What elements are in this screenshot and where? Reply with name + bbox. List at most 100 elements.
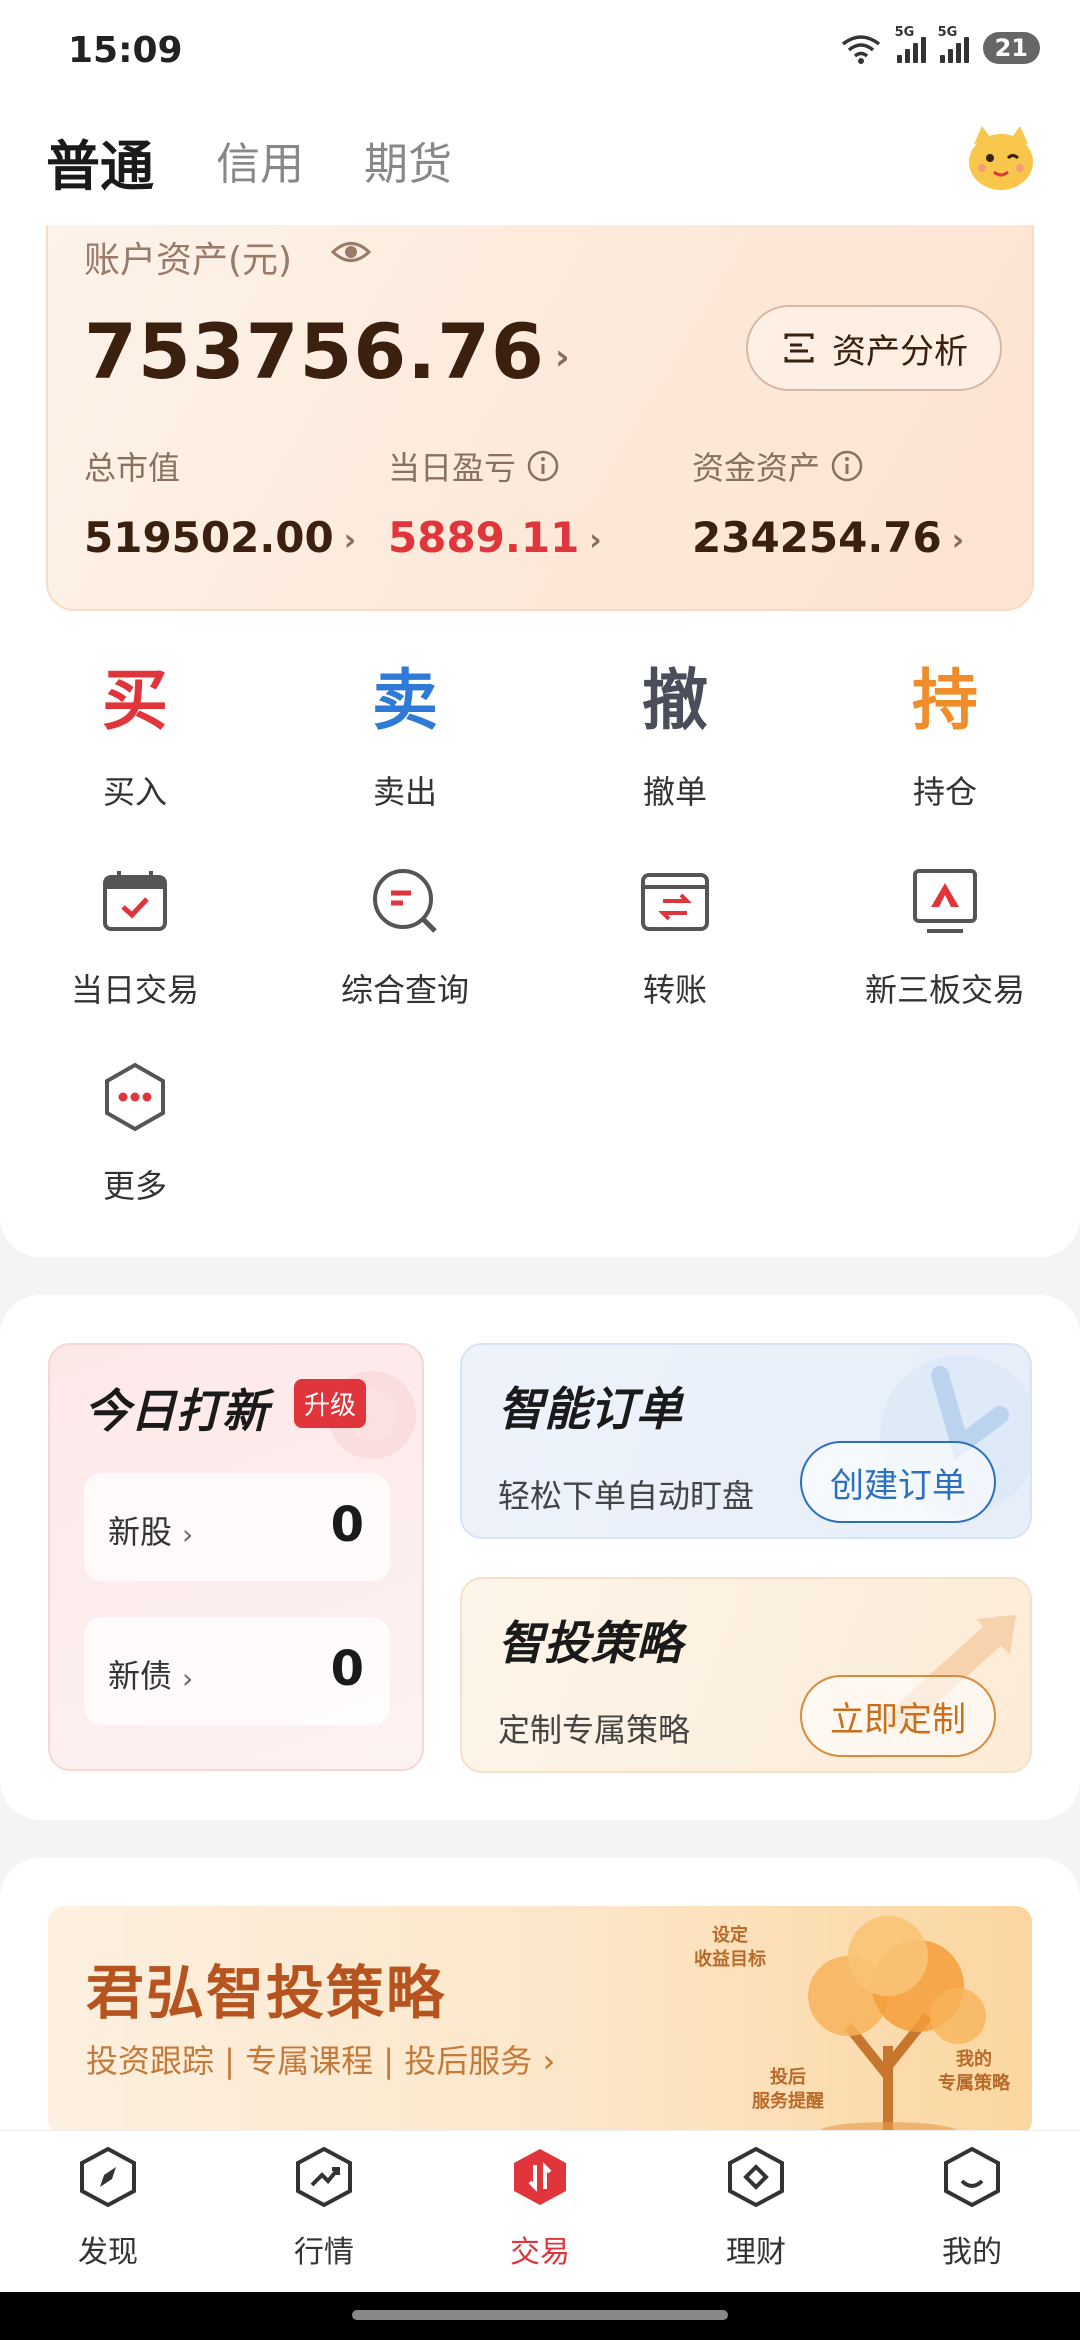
chevron-right-icon: › [182,1517,194,1551]
cancel-order-button[interactable]: 撤 撤单 [575,661,775,813]
profile-icon [944,2146,1000,2208]
tab-credit[interactable]: 信用 [216,128,304,192]
status-time: 15:09 [68,30,183,71]
tab-futures[interactable]: 期货 [364,128,452,192]
tab-normal[interactable]: 普通 [46,122,154,201]
mascot-avatar-icon[interactable] [964,120,1038,194]
analysis-icon [784,333,814,363]
banner-tag-strategy: 我的 专属策略 [938,2049,1010,2094]
wifi-icon [841,35,880,64]
status-icons: 5G 5G 21 [839,25,1040,64]
more-button[interactable]: 更多 [35,1061,235,1207]
sell-glyph: 卖 [372,662,438,739]
nav-profile[interactable]: 我的 [892,2145,1052,2271]
asset-total[interactable]: 753756.76 › [84,307,571,396]
more-hexagon-icon [105,1062,165,1132]
search-query-icon [373,869,437,933]
transfer-label: 转账 [642,971,707,1009]
sell-label: 卖出 [372,773,437,811]
transfer-icon [641,873,709,931]
create-order-button[interactable]: 创建订单 [800,1441,996,1523]
smart-order-card[interactable]: 智能订单 轻松下单自动盯盘 创建订单 [460,1343,1032,1539]
cash-asset-block[interactable]: 资金资产 234254.76 › [692,443,964,562]
ipo-subscription-card[interactable]: 今日打新 升级 新股 › 0 新债 › 0 [48,1343,424,1771]
new-stock-count: 0 [330,1497,364,1553]
daily-pnl-value: 5889.11 [388,513,580,562]
banner-subtitle-text: 投资跟踪 | 专属课程 | 投后服务 [86,2042,533,2080]
feature-cards-section: 今日打新 升级 新股 › 0 新债 › 0 智能订单 轻松下单自动盯盘 创建订单 智… [0,1295,1080,1820]
trade-icon [514,2149,566,2205]
signal-5g-icon: 5G [895,25,926,63]
compass-icon [80,2146,136,2208]
buy-glyph: 买 [102,662,168,739]
market-value-block[interactable]: 总市值 519502.00 › [84,443,356,562]
new-bond-row[interactable]: 新债 › 0 [84,1617,390,1725]
comprehensive-query-button[interactable]: 综合查询 [305,865,505,1011]
comprehensive-query-label: 综合查询 [340,971,469,1009]
nav-market-label: 行情 [294,2235,354,2270]
positions-button[interactable]: 持 持仓 [845,661,1045,813]
nav-discover[interactable]: 发现 [28,2145,188,2271]
smart-order-subtitle: 轻松下单自动盯盘 [498,1477,755,1515]
new-stock-label: 新股 [108,1513,173,1551]
asset-analysis-label: 资产分析 [832,331,968,372]
wealth-icon [728,2146,784,2208]
nav-discover-label: 发现 [78,2235,138,2270]
positions-glyph: 持 [912,662,978,739]
more-label: 更多 [102,1167,167,1205]
market-value-label: 总市值 [84,449,181,487]
upgrade-badge: 升级 [294,1379,367,1428]
customize-now-button[interactable]: 立即定制 [800,1675,996,1757]
nav-wealth-label: 理财 [726,2235,786,2270]
calendar-check-icon [103,871,167,931]
sell-button[interactable]: 卖 卖出 [305,661,505,813]
daily-trades-button[interactable]: 当日交易 [35,865,235,1011]
eye-icon[interactable] [330,231,372,273]
chevron-right-icon: › [343,523,357,558]
positions-label: 持仓 [912,773,977,811]
trend-icon [296,2146,352,2208]
nav-trade[interactable]: 交易 [460,2145,620,2271]
new-stock-row[interactable]: 新股 › 0 [84,1473,390,1581]
home-indicator[interactable] [352,2310,728,2320]
chevron-right-icon: › [589,523,602,558]
cash-asset-value: 234254.76 [692,513,942,562]
info-icon[interactable] [830,449,864,483]
new-bond-count: 0 [330,1641,364,1697]
signal-label-2: 5G [937,25,958,40]
transfer-button[interactable]: 转账 [575,865,775,1011]
nav-wealth[interactable]: 理财 [676,2145,836,2271]
asset-analysis-button[interactable]: 资产分析 [746,305,1002,391]
smart-strategy-subtitle: 定制专属策略 [498,1711,691,1749]
strategy-promo-banner[interactable]: 君弘智投策略 投资跟踪 | 专属课程 | 投后服务 › 设定 收益目标 投后 服… [48,1906,1032,2136]
chevron-right-icon: › [542,2042,556,2080]
buy-label: 买入 [102,773,167,811]
nav-trade-label: 交易 [510,2235,570,2270]
daily-pnl-block[interactable]: 当日盈亏 5889.11 › [388,443,602,562]
daily-trades-label: 当日交易 [70,971,199,1009]
gesture-bar-area [0,2292,1080,2340]
neeq-trading-button[interactable]: 新三板交易 [845,865,1045,1011]
account-type-tabs: 普通 信用 期货 [0,100,1080,225]
info-icon[interactable] [526,449,560,483]
nav-profile-label: 我的 [942,2235,1002,2270]
banner-title: 君弘智投策略 [86,1959,447,2027]
cancel-order-glyph: 撤 [642,662,708,739]
banner-subtitle: 投资跟踪 | 专属课程 | 投后服务 › [86,2036,555,2082]
cash-asset-label: 资金资产 [692,449,821,487]
asset-title: 账户资产(元) [84,240,293,281]
smart-strategy-card[interactable]: 智投策略 定制专属策略 立即定制 [460,1577,1032,1773]
banner-tag-service: 投后 服务提醒 [752,2067,824,2112]
daily-pnl-label: 当日盈亏 [388,449,517,487]
chevron-right-icon: › [182,1661,194,1695]
neeq-trading-label: 新三板交易 [864,971,1025,1009]
chevron-right-icon: › [951,523,965,558]
nav-market[interactable]: 行情 [244,2145,404,2271]
market-value: 519502.00 [84,513,334,562]
new-bond-label: 新债 [108,1657,173,1695]
signal-5g-icon-2: 5G [938,25,969,63]
neeq-board-icon [913,869,977,933]
asset-total-value: 753756.76 [84,307,545,396]
asset-card[interactable]: 账户资产(元) 753756.76 › 资产分析 总市值 519502.00 › 当… [46,225,1034,611]
buy-button[interactable]: 买 买入 [35,661,235,813]
